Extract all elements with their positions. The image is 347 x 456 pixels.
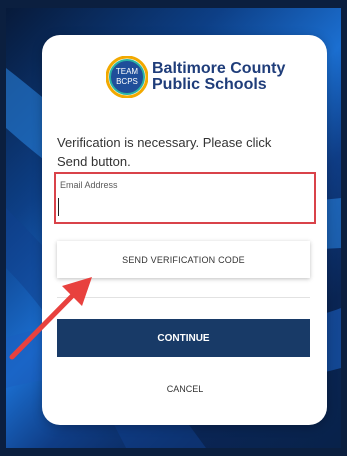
organization-name-line1: Baltimore County — [152, 60, 286, 77]
organization-name-line2: Public Schools — [152, 76, 267, 93]
organization-name: Baltimore County Public Schools — [152, 61, 285, 93]
email-field-label: Email Address — [60, 180, 118, 190]
continue-button[interactable]: CONTINUE — [57, 319, 310, 357]
bcps-logo-icon: TEAM BCPS — [106, 56, 148, 98]
svg-text:TEAM: TEAM — [116, 67, 139, 76]
cancel-button[interactable]: CANCEL — [150, 380, 220, 398]
email-field-container: Email Address — [54, 172, 316, 224]
send-verification-code-button[interactable]: SEND VERIFICATION CODE — [57, 241, 310, 278]
divider — [57, 297, 310, 298]
verification-instructions: Verification is necessary. Please click … — [57, 135, 272, 169]
email-input[interactable] — [58, 198, 309, 216]
verification-card — [42, 35, 327, 425]
svg-text:BCPS: BCPS — [116, 77, 138, 86]
